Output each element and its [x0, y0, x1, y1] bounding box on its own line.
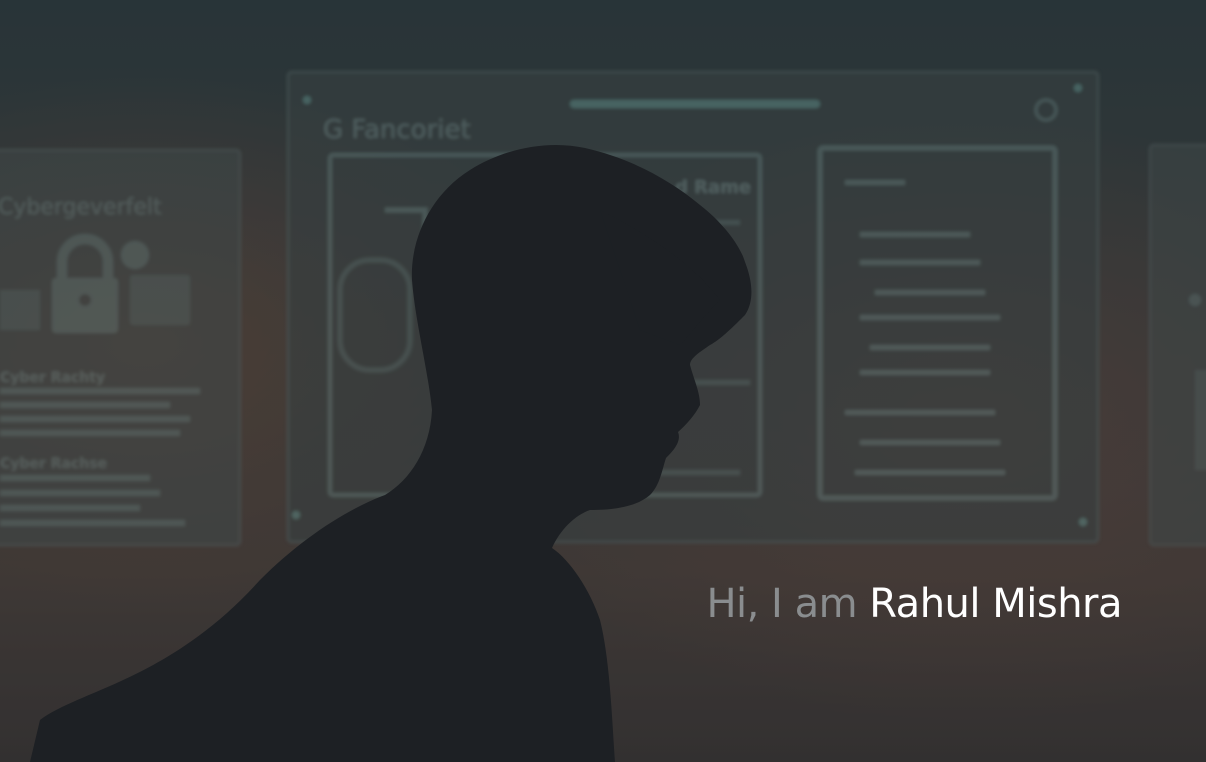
hero-name: Rahul Mishra	[869, 581, 1122, 627]
greeting-prefix: Hi, I am	[706, 581, 858, 627]
hero-greeting: Hi, I am Rahul Mishra	[706, 578, 1122, 630]
hero-section: Cybergeverfelt Cyber Rachty Cyber Rachse…	[0, 0, 1206, 762]
background-image: Cybergeverfelt Cyber Rachty Cyber Rachse…	[0, 0, 1206, 762]
